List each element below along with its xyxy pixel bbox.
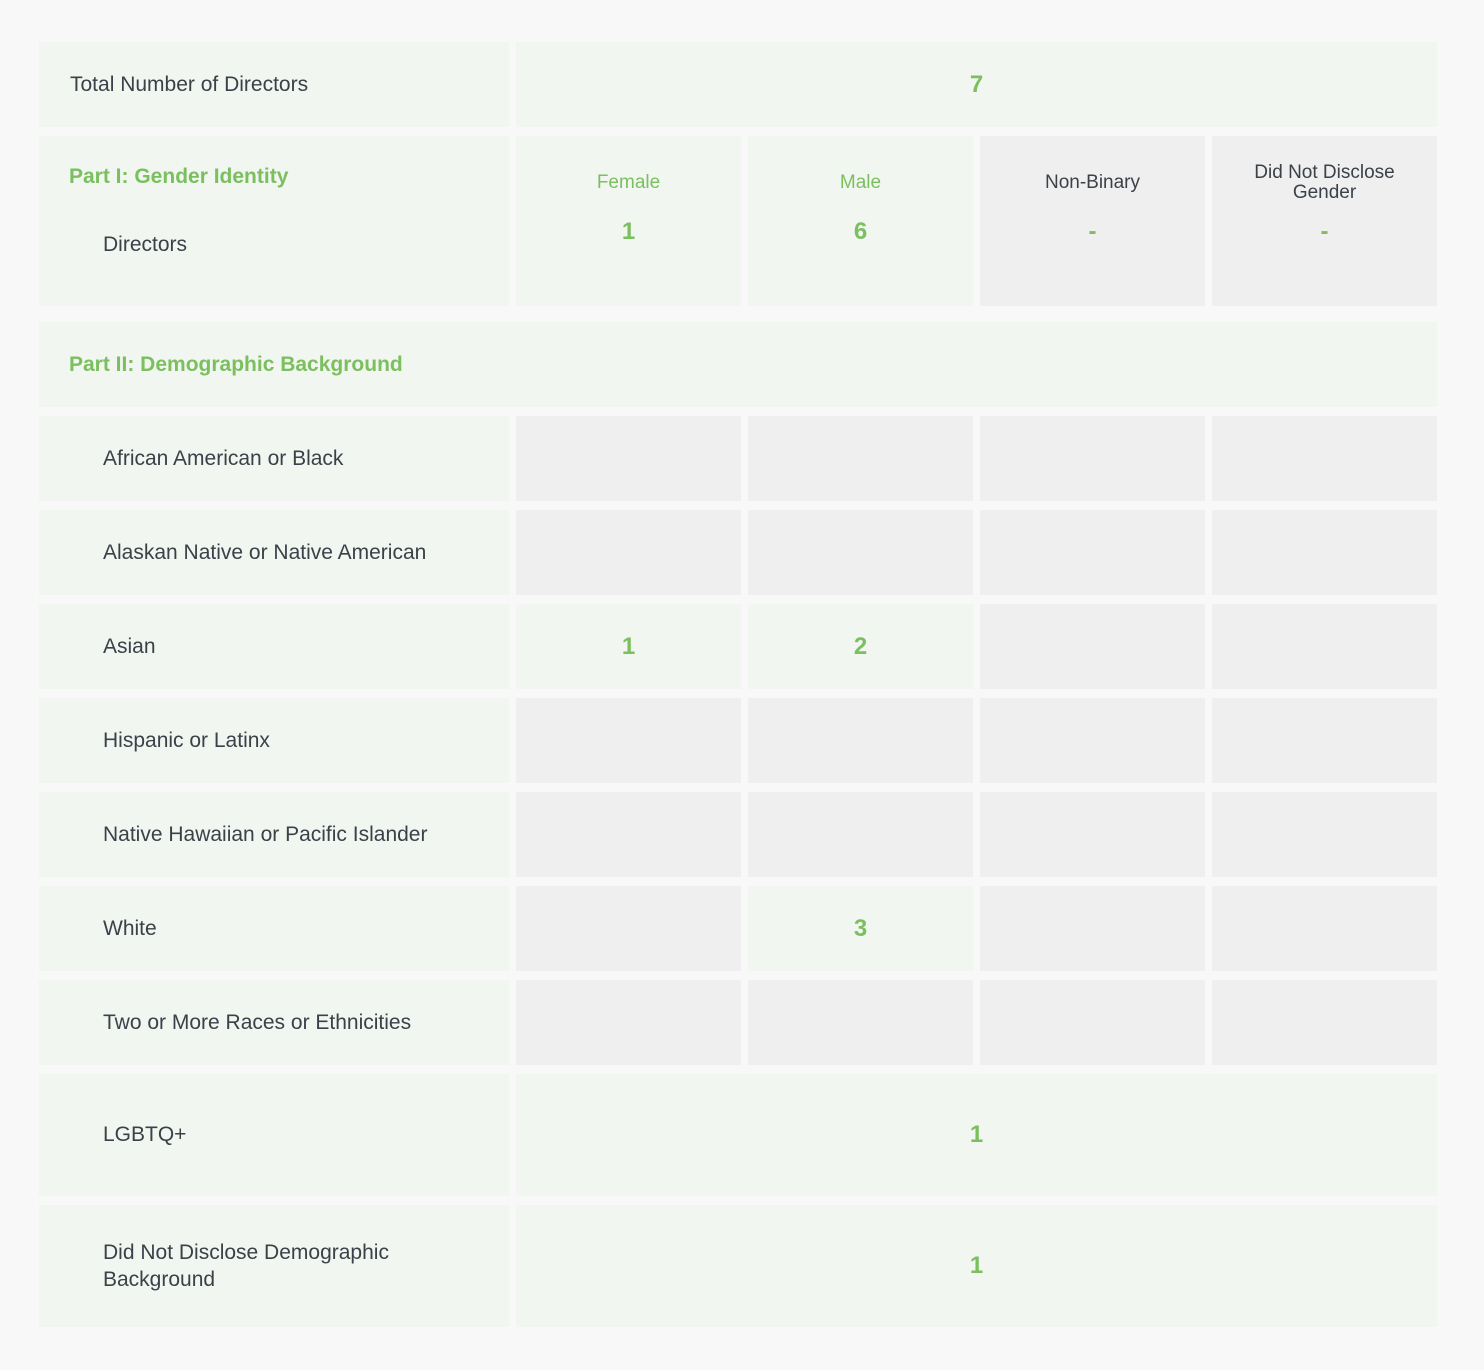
demographic-value-undisclosed (1212, 604, 1437, 689)
row-gap (39, 407, 1437, 416)
demographic-value-female (516, 980, 741, 1065)
demographic-label: Two or More Races or Ethnicities (39, 980, 509, 1065)
demographic-value-non-binary (980, 980, 1205, 1065)
gender-column-non-binary: Non-Binary - (980, 136, 1205, 306)
demographic-value-male: 2 (748, 604, 973, 689)
gender-header-male: Male (839, 172, 882, 193)
demographic-value-undisclosed (1212, 698, 1437, 783)
demographic-value-undisclosed (1212, 886, 1437, 971)
demographic-value-female (516, 792, 741, 877)
gender-header-non-binary: Non-Binary (1044, 172, 1141, 193)
demographic-label: White (39, 886, 509, 971)
demographic-value-male: 3 (748, 886, 973, 971)
part1-label-cell: Part I: Gender Identity Directors (39, 136, 509, 306)
demographic-value-undisclosed (1212, 980, 1437, 1065)
row-gap (39, 1065, 1437, 1074)
demographic-value-male (748, 510, 973, 595)
demographic-value-female (516, 510, 741, 595)
demographic-value-female (516, 416, 741, 501)
demographic-value-male (748, 980, 973, 1065)
gender-value-male: 6 (853, 218, 868, 245)
demographic-value-non-binary (980, 510, 1205, 595)
demographic-label: Alaskan Native or Native American (39, 510, 509, 595)
demographic-value-male (748, 792, 973, 877)
gender-value-female: 1 (621, 218, 636, 245)
demographic-value-undisclosed (1212, 510, 1437, 595)
gender-column-female: Female 1 (516, 136, 741, 306)
total-directors-value: 7 (516, 42, 1437, 127)
gender-value-undisclosed: - (1320, 218, 1329, 245)
demographic-value-male (748, 698, 973, 783)
gender-column-undisclosed: Did Not Disclose Gender - (1212, 136, 1437, 306)
demographic-label: Hispanic or Latinx (39, 698, 509, 783)
gender-header-female: Female (596, 172, 661, 193)
demographic-value-male (748, 416, 973, 501)
gender-value-non-binary: - (1088, 218, 1097, 245)
directors-label: Directors (103, 233, 188, 256)
lgbtq-label: LGBTQ+ (39, 1074, 509, 1196)
lgbtq-value: 1 (516, 1074, 1437, 1196)
demographic-value-non-binary (980, 416, 1205, 501)
undisclosed-demographic-value: 1 (516, 1205, 1437, 1327)
row-gap (39, 501, 1437, 510)
part1-title: Part I: Gender Identity (69, 165, 289, 188)
demographic-value-female (516, 698, 741, 783)
demographic-label: African American or Black (39, 416, 509, 501)
row-gap (39, 971, 1437, 980)
row-gap (39, 877, 1437, 886)
demographic-value-female (516, 886, 741, 971)
demographic-value-non-binary (980, 698, 1205, 783)
row-gap (39, 127, 1437, 136)
part2-title: Part II: Demographic Background (39, 322, 1437, 407)
row-gap (39, 689, 1437, 698)
demographic-label: Asian (39, 604, 509, 689)
gender-header-undisclosed: Did Not Disclose Gender (1254, 162, 1395, 203)
demographic-label: Native Hawaiian or Pacific Islander (39, 792, 509, 877)
gender-column-male: Male 6 (748, 136, 973, 306)
demographic-value-undisclosed (1212, 792, 1437, 877)
demographic-value-non-binary (980, 604, 1205, 689)
board-diversity-matrix: Total Number of Directors 7 Part I: Gend… (39, 42, 1437, 1327)
total-directors-label: Total Number of Directors (39, 42, 509, 127)
undisclosed-demographic-label: Did Not Disclose Demographic Background (39, 1205, 509, 1327)
demographic-value-undisclosed (1212, 416, 1437, 501)
row-gap (39, 1196, 1437, 1205)
demographic-value-female: 1 (516, 604, 741, 689)
demographic-value-non-binary (980, 886, 1205, 971)
row-gap (39, 783, 1437, 792)
demographic-value-non-binary (980, 792, 1205, 877)
row-gap (39, 595, 1437, 604)
